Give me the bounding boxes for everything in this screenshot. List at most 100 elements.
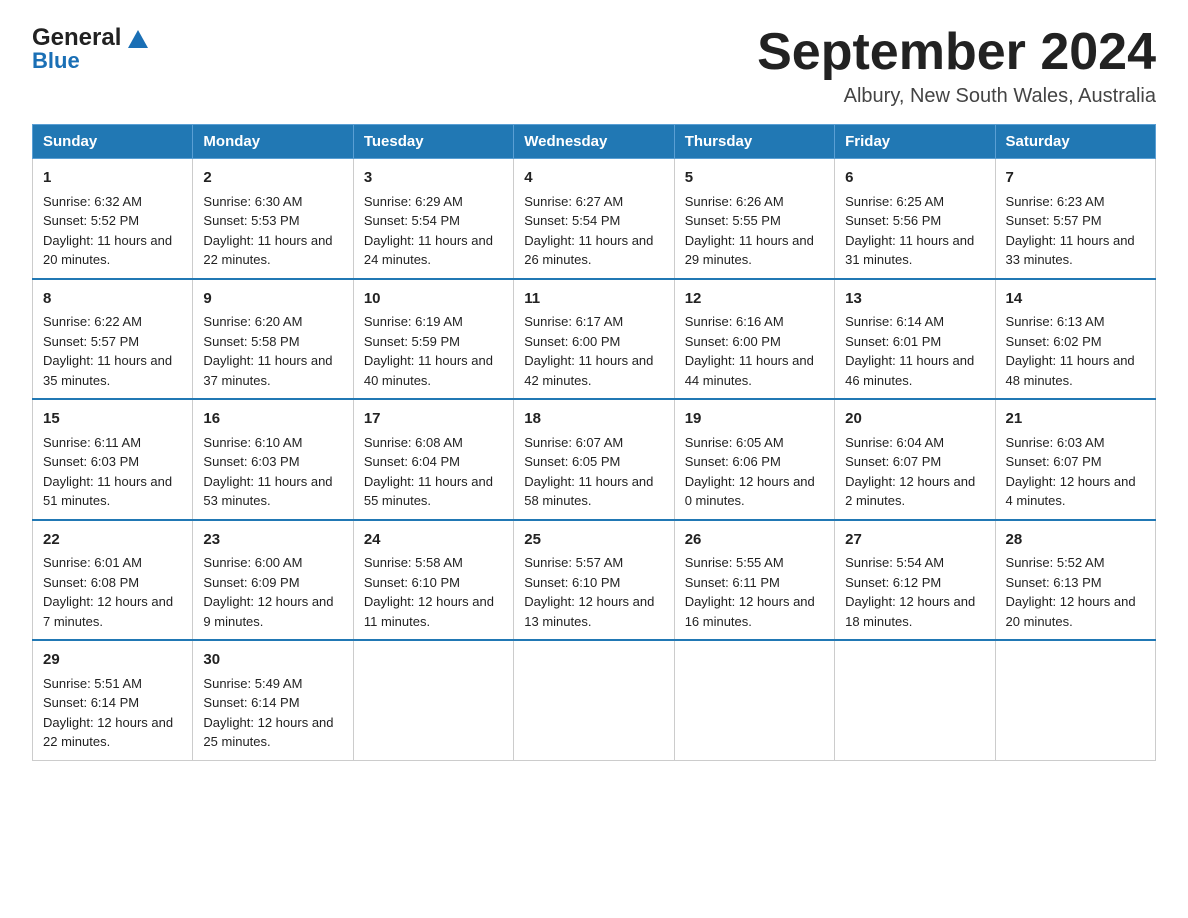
daylight-info: Daylight: 11 hours and 48 minutes. bbox=[1006, 353, 1135, 388]
sunset-info: Sunset: 6:12 PM bbox=[845, 575, 941, 590]
sunrise-info: Sunrise: 6:03 AM bbox=[1006, 435, 1105, 450]
daylight-info: Daylight: 11 hours and 29 minutes. bbox=[685, 233, 814, 268]
sunset-info: Sunset: 6:14 PM bbox=[43, 695, 139, 710]
day-number: 26 bbox=[685, 529, 824, 552]
daylight-info: Daylight: 12 hours and 22 minutes. bbox=[43, 715, 173, 750]
daylight-info: Daylight: 12 hours and 4 minutes. bbox=[1006, 474, 1136, 509]
calendar-cell: 17 Sunrise: 6:08 AM Sunset: 6:04 PM Dayl… bbox=[353, 399, 513, 520]
sunset-info: Sunset: 6:03 PM bbox=[43, 454, 139, 469]
calendar-cell: 25 Sunrise: 5:57 AM Sunset: 6:10 PM Dayl… bbox=[514, 520, 674, 641]
title-area: September 2024 Albury, New South Wales, … bbox=[757, 24, 1156, 108]
sunrise-info: Sunrise: 5:55 AM bbox=[685, 555, 784, 570]
logo-triangle-icon bbox=[124, 24, 152, 52]
day-number: 30 bbox=[203, 649, 342, 672]
calendar-cell: 7 Sunrise: 6:23 AM Sunset: 5:57 PM Dayli… bbox=[995, 159, 1155, 279]
sunrise-info: Sunrise: 6:05 AM bbox=[685, 435, 784, 450]
day-number: 3 bbox=[364, 167, 503, 190]
day-number: 19 bbox=[685, 408, 824, 431]
calendar-cell: 24 Sunrise: 5:58 AM Sunset: 6:10 PM Dayl… bbox=[353, 520, 513, 641]
calendar-week-3: 15 Sunrise: 6:11 AM Sunset: 6:03 PM Dayl… bbox=[33, 399, 1156, 520]
day-number: 22 bbox=[43, 529, 182, 552]
month-year-title: September 2024 bbox=[757, 24, 1156, 81]
day-number: 8 bbox=[43, 288, 182, 311]
day-number: 13 bbox=[845, 288, 984, 311]
day-number: 14 bbox=[1006, 288, 1145, 311]
calendar-week-2: 8 Sunrise: 6:22 AM Sunset: 5:57 PM Dayli… bbox=[33, 279, 1156, 400]
sunset-info: Sunset: 6:09 PM bbox=[203, 575, 299, 590]
sunset-info: Sunset: 6:02 PM bbox=[1006, 334, 1102, 349]
daylight-info: Daylight: 11 hours and 33 minutes. bbox=[1006, 233, 1135, 268]
day-number: 28 bbox=[1006, 529, 1145, 552]
day-number: 25 bbox=[524, 529, 663, 552]
calendar-table: Sunday Monday Tuesday Wednesday Thursday… bbox=[32, 124, 1156, 761]
calendar-cell bbox=[353, 640, 513, 760]
sunset-info: Sunset: 5:56 PM bbox=[845, 213, 941, 228]
daylight-info: Daylight: 11 hours and 31 minutes. bbox=[845, 233, 974, 268]
sunrise-info: Sunrise: 5:57 AM bbox=[524, 555, 623, 570]
daylight-info: Daylight: 12 hours and 20 minutes. bbox=[1006, 594, 1136, 629]
daylight-info: Daylight: 11 hours and 35 minutes. bbox=[43, 353, 172, 388]
sunrise-info: Sunrise: 5:54 AM bbox=[845, 555, 944, 570]
calendar-cell: 5 Sunrise: 6:26 AM Sunset: 5:55 PM Dayli… bbox=[674, 159, 834, 279]
calendar-cell: 12 Sunrise: 6:16 AM Sunset: 6:00 PM Dayl… bbox=[674, 279, 834, 400]
calendar-cell: 4 Sunrise: 6:27 AM Sunset: 5:54 PM Dayli… bbox=[514, 159, 674, 279]
daylight-info: Daylight: 11 hours and 42 minutes. bbox=[524, 353, 653, 388]
day-number: 17 bbox=[364, 408, 503, 431]
sunset-info: Sunset: 5:57 PM bbox=[1006, 213, 1102, 228]
calendar-cell: 19 Sunrise: 6:05 AM Sunset: 6:06 PM Dayl… bbox=[674, 399, 834, 520]
day-number: 9 bbox=[203, 288, 342, 311]
daylight-info: Daylight: 12 hours and 7 minutes. bbox=[43, 594, 173, 629]
sunset-info: Sunset: 6:13 PM bbox=[1006, 575, 1102, 590]
calendar-cell: 26 Sunrise: 5:55 AM Sunset: 6:11 PM Dayl… bbox=[674, 520, 834, 641]
sunrise-info: Sunrise: 6:27 AM bbox=[524, 194, 623, 209]
daylight-info: Daylight: 11 hours and 37 minutes. bbox=[203, 353, 332, 388]
day-number: 24 bbox=[364, 529, 503, 552]
sunrise-info: Sunrise: 6:19 AM bbox=[364, 314, 463, 329]
sunrise-info: Sunrise: 6:00 AM bbox=[203, 555, 302, 570]
calendar-cell: 3 Sunrise: 6:29 AM Sunset: 5:54 PM Dayli… bbox=[353, 159, 513, 279]
calendar-cell: 8 Sunrise: 6:22 AM Sunset: 5:57 PM Dayli… bbox=[33, 279, 193, 400]
calendar-cell bbox=[674, 640, 834, 760]
calendar-cell: 2 Sunrise: 6:30 AM Sunset: 5:53 PM Dayli… bbox=[193, 159, 353, 279]
daylight-info: Daylight: 11 hours and 58 minutes. bbox=[524, 474, 653, 509]
calendar-cell: 16 Sunrise: 6:10 AM Sunset: 6:03 PM Dayl… bbox=[193, 399, 353, 520]
day-number: 11 bbox=[524, 288, 663, 311]
sunrise-info: Sunrise: 6:17 AM bbox=[524, 314, 623, 329]
daylight-info: Daylight: 12 hours and 16 minutes. bbox=[685, 594, 815, 629]
daylight-info: Daylight: 11 hours and 26 minutes. bbox=[524, 233, 653, 268]
sunset-info: Sunset: 6:11 PM bbox=[685, 575, 780, 590]
calendar-cell bbox=[835, 640, 995, 760]
calendar-cell: 13 Sunrise: 6:14 AM Sunset: 6:01 PM Dayl… bbox=[835, 279, 995, 400]
calendar-week-4: 22 Sunrise: 6:01 AM Sunset: 6:08 PM Dayl… bbox=[33, 520, 1156, 641]
day-number: 20 bbox=[845, 408, 984, 431]
sunrise-info: Sunrise: 6:20 AM bbox=[203, 314, 302, 329]
calendar-cell: 10 Sunrise: 6:19 AM Sunset: 5:59 PM Dayl… bbox=[353, 279, 513, 400]
daylight-info: Daylight: 12 hours and 9 minutes. bbox=[203, 594, 333, 629]
day-number: 5 bbox=[685, 167, 824, 190]
sunset-info: Sunset: 5:54 PM bbox=[524, 213, 620, 228]
daylight-info: Daylight: 11 hours and 40 minutes. bbox=[364, 353, 493, 388]
sunrise-info: Sunrise: 5:58 AM bbox=[364, 555, 463, 570]
daylight-info: Daylight: 12 hours and 13 minutes. bbox=[524, 594, 654, 629]
calendar-cell: 14 Sunrise: 6:13 AM Sunset: 6:02 PM Dayl… bbox=[995, 279, 1155, 400]
calendar-week-5: 29 Sunrise: 5:51 AM Sunset: 6:14 PM Dayl… bbox=[33, 640, 1156, 760]
header-monday: Monday bbox=[193, 125, 353, 159]
sunrise-info: Sunrise: 6:14 AM bbox=[845, 314, 944, 329]
sunset-info: Sunset: 6:03 PM bbox=[203, 454, 299, 469]
sunrise-info: Sunrise: 6:04 AM bbox=[845, 435, 944, 450]
day-number: 23 bbox=[203, 529, 342, 552]
daylight-info: Daylight: 11 hours and 22 minutes. bbox=[203, 233, 332, 268]
sunset-info: Sunset: 6:07 PM bbox=[1006, 454, 1102, 469]
sunrise-info: Sunrise: 6:29 AM bbox=[364, 194, 463, 209]
sunrise-info: Sunrise: 6:32 AM bbox=[43, 194, 142, 209]
sunrise-info: Sunrise: 5:51 AM bbox=[43, 676, 142, 691]
sunset-info: Sunset: 6:04 PM bbox=[364, 454, 460, 469]
day-number: 12 bbox=[685, 288, 824, 311]
weekday-header-row: Sunday Monday Tuesday Wednesday Thursday… bbox=[33, 125, 1156, 159]
sunset-info: Sunset: 6:08 PM bbox=[43, 575, 139, 590]
calendar-cell: 23 Sunrise: 6:00 AM Sunset: 6:09 PM Dayl… bbox=[193, 520, 353, 641]
daylight-info: Daylight: 12 hours and 0 minutes. bbox=[685, 474, 815, 509]
sunset-info: Sunset: 5:57 PM bbox=[43, 334, 139, 349]
day-number: 10 bbox=[364, 288, 503, 311]
location-subtitle: Albury, New South Wales, Australia bbox=[757, 85, 1156, 108]
